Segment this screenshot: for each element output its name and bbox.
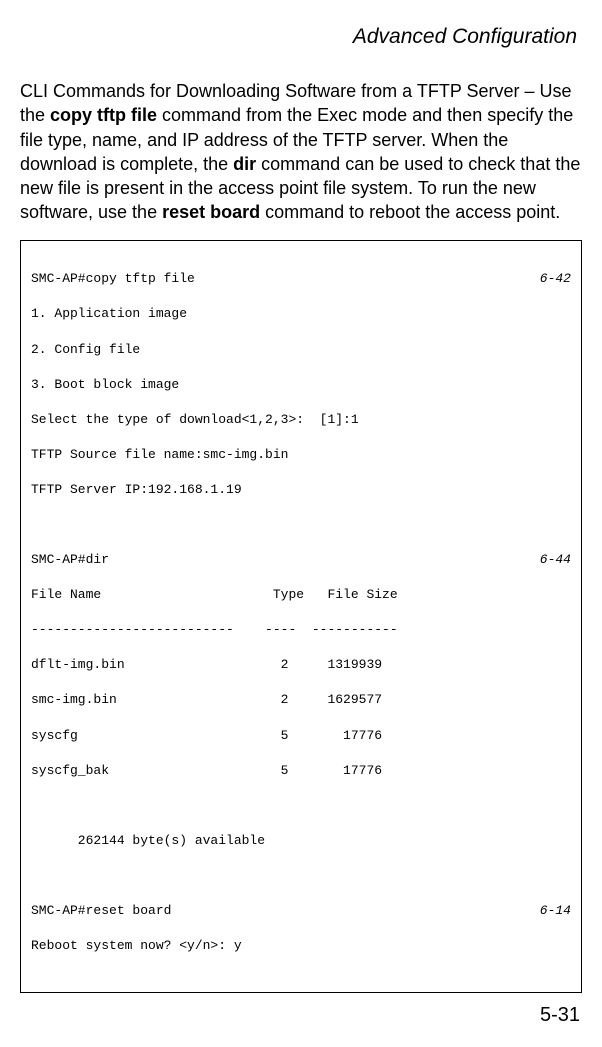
page-number: 5-31 (540, 1004, 580, 1027)
cli-line: 2. Config file (31, 341, 571, 359)
cli-command: SMC-AP#reset board (31, 902, 171, 920)
section-header: Advanced Configuration (20, 25, 582, 49)
cli-line: smc-img.bin 2 1629577 (31, 691, 571, 709)
cli-line: TFTP Server IP:192.168.1.19 (31, 481, 571, 499)
cli-line: 3. Boot block image (31, 376, 571, 394)
cli-output-box: SMC-AP#copy tftp file 6-42 1. Application… (20, 240, 582, 993)
cli-line: File Name Type File Size (31, 586, 571, 604)
page-ref: 6-44 (540, 551, 571, 569)
cli-blank (31, 516, 571, 534)
cli-line: SMC-AP#copy tftp file 6-42 (31, 270, 571, 288)
cli-command: SMC-AP#copy tftp file (31, 270, 195, 288)
cli-line: -------------------------- ---- --------… (31, 621, 571, 639)
cli-line: syscfg 5 17776 (31, 727, 571, 745)
cli-line: SMC-AP#reset board 6-14 (31, 902, 571, 920)
command-reset-board: reset board (162, 202, 260, 222)
text-fragment: command to reboot the access point. (260, 202, 560, 222)
cli-line: 262144 byte(s) available (31, 832, 571, 850)
cli-line: Select the type of download<1,2,3>: [1]:… (31, 411, 571, 429)
cli-line: TFTP Source file name:smc-img.bin (31, 446, 571, 464)
cli-blank (31, 797, 571, 815)
cli-command: SMC-AP#dir (31, 551, 109, 569)
instruction-paragraph: CLI Commands for Downloading Software fr… (20, 79, 582, 225)
page-ref: 6-42 (540, 270, 571, 288)
cli-blank (31, 867, 571, 885)
command-copy-tftp: copy tftp file (50, 105, 157, 125)
command-dir: dir (233, 154, 256, 174)
cli-line: Reboot system now? <y/n>: y (31, 937, 571, 955)
cli-line: SMC-AP#dir 6-44 (31, 551, 571, 569)
cli-line: 1. Application image (31, 305, 571, 323)
page-ref: 6-14 (540, 902, 571, 920)
cli-line: syscfg_bak 5 17776 (31, 762, 571, 780)
cli-line: dflt-img.bin 2 1319939 (31, 656, 571, 674)
